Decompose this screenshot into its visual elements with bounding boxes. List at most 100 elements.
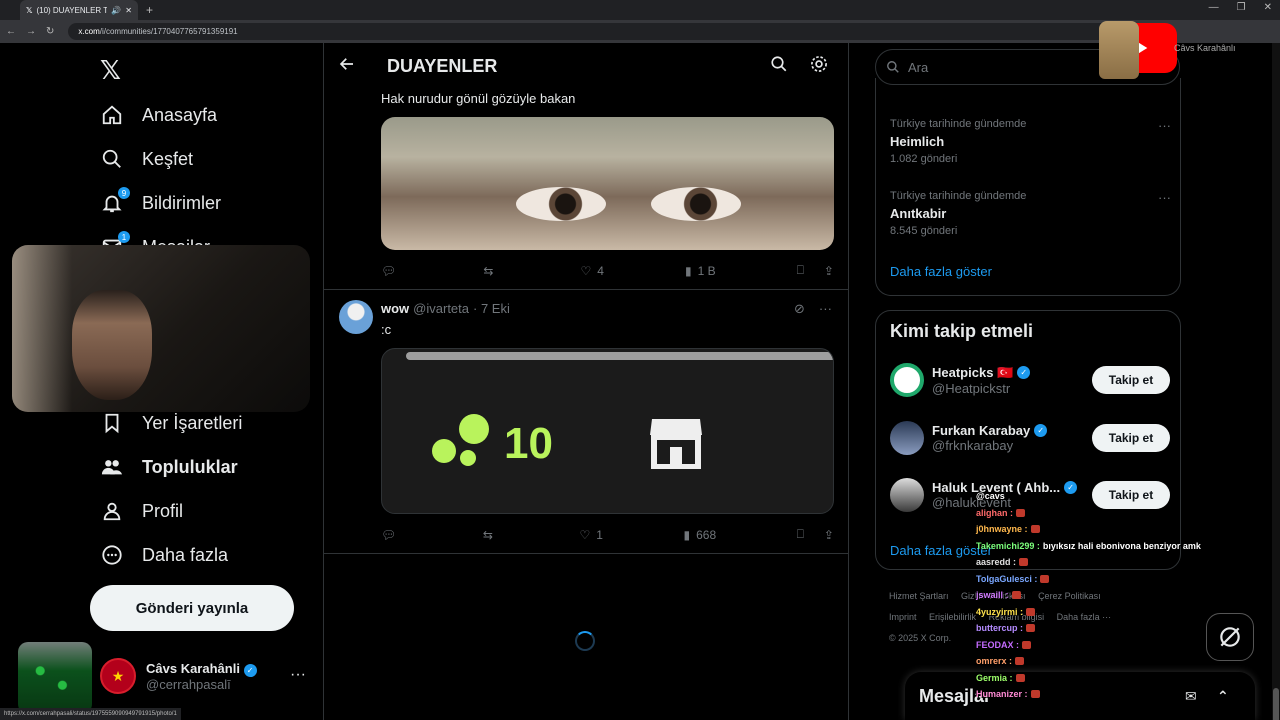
emote-icon [1011, 591, 1021, 600]
back-nav-icon[interactable]: ← [6, 26, 16, 37]
chat-message: jswaill : [976, 587, 1236, 604]
nav-bookmarks[interactable]: Yer İşaretleri [100, 411, 242, 435]
views-icon: ▮ [683, 527, 691, 542]
footer-link[interactable]: Imprint [889, 612, 917, 622]
bookmark-icon: ⎕ [796, 263, 804, 277]
footer-link[interactable]: Hizmet Şartları [889, 591, 949, 601]
avatar[interactable] [339, 300, 373, 334]
emote-icon [1026, 607, 1036, 616]
post-header-icons: ⊘ ··· [794, 301, 832, 317]
search-icon[interactable] [770, 55, 788, 78]
follow-button[interactable]: Takip et [1092, 366, 1170, 394]
nav-home[interactable]: Anasayfa [100, 103, 217, 127]
suggested-user[interactable]: Furkan Karabay ✓ @frknkarabay Takip et [890, 421, 1170, 455]
post-button[interactable]: Gönderi yayınla [90, 585, 294, 631]
loading-spinner [575, 631, 595, 651]
window-controls: — ❐ ✕ [1209, 2, 1272, 13]
trend-item[interactable]: Türkiye tarihinde gündemde Heimlich 1.08… [890, 118, 1026, 165]
stream-chat-overlay: @cavs alighan : j0hnwayne : Takemichi299 :b… [976, 488, 1236, 703]
gear-icon[interactable] [809, 54, 829, 79]
scrollbar-thumb[interactable] [1273, 688, 1279, 720]
search-icon [887, 61, 899, 73]
window-close-icon[interactable]: ✕ [1264, 2, 1272, 13]
tab-close-icon[interactable]: ✕ [125, 6, 132, 15]
webcam-light [12, 245, 72, 412]
emote-icon [1026, 624, 1035, 633]
footer-link[interactable]: Erişilebilirlik [929, 612, 976, 622]
author-handle[interactable]: @ivarteta [413, 301, 469, 316]
follow-button[interactable]: Takip et [1092, 424, 1170, 452]
trend-name: Anıtkabir [890, 206, 947, 221]
chat-message: buttercup : [976, 620, 1236, 637]
image-detail [516, 187, 606, 221]
post-date[interactable]: · 7 Eki [473, 301, 510, 316]
more-dots-icon[interactable]: ··· [1158, 190, 1171, 205]
chat-message: aasredd : [976, 554, 1236, 571]
reply-button[interactable]: 💬︎ [381, 527, 402, 542]
trend-item[interactable]: Türkiye tarihinde gündemde Anıtkabir 8.5… [890, 190, 1026, 237]
chat-username: alighan : [976, 507, 1014, 518]
copyright: © 2025 X Corp. [889, 633, 952, 643]
nav-more[interactable]: Daha fazla [100, 543, 228, 567]
user-name: Furkan Karabay ✓ [932, 423, 1084, 438]
chat-username: FEODAX : [976, 639, 1020, 650]
repost-button[interactable]: ⇆ [483, 263, 499, 278]
nav-explore[interactable]: Keşfet [100, 147, 193, 171]
x-logo-icon[interactable]: 𝕏 [100, 55, 121, 86]
browser-tab[interactable]: 𝕏 (10) DUAYENLER Topluluk / 🔊 ✕ [20, 0, 138, 20]
nav-communities[interactable]: Topluluklar [100, 455, 238, 479]
post-image[interactable]: 10 [381, 348, 834, 514]
speaker-icon[interactable]: 🔊 [111, 6, 121, 15]
more-dots-icon[interactable]: ··· [1158, 118, 1171, 133]
more-dots-icon[interactable]: ··· [819, 301, 832, 317]
post-actions: 💬︎ ⇆ ♡ 1 ▮ 668 ⎕ ⇪ [381, 527, 834, 542]
chat-username: Humanizer : [976, 689, 1028, 699]
media-count: 10 [504, 419, 553, 468]
show-more-link[interactable]: Daha fazla göster [890, 264, 992, 279]
messages-badge: 1 [118, 231, 130, 243]
home-icon [100, 103, 124, 127]
user-name-text: Heatpicks 🇹🇷 [932, 364, 1014, 380]
views-button[interactable]: ▮ 668 [683, 527, 716, 542]
author-name[interactable]: wow [381, 301, 409, 316]
post-image[interactable] [381, 117, 834, 250]
channel-watermark: Câvs Karahânlı [1174, 43, 1236, 53]
chat-username: Germia : [976, 672, 1013, 683]
grok-icon[interactable]: ⊘ [794, 301, 805, 317]
bookmark-button[interactable]: ⎕ ⇪ [797, 263, 834, 278]
reload-icon[interactable]: ↻ [46, 26, 54, 37]
account-switcher[interactable]: ★ Câvs Karahânli ✓ @cerrahpasalī ··· [100, 658, 306, 694]
minimize-icon[interactable]: — [1209, 2, 1219, 13]
share-icon[interactable]: ⇪ [824, 264, 834, 278]
bookmark-icon: ⎕ [796, 527, 804, 541]
view-count: 668 [696, 527, 717, 542]
new-tab-icon[interactable]: + [146, 3, 153, 17]
emote-icon [1015, 673, 1025, 682]
image-detail [651, 187, 741, 221]
account-name-text: Câvs Karahânli [146, 660, 240, 676]
nav-label: Profil [142, 500, 184, 521]
nav-notifications[interactable]: 9 Bildirimler [100, 187, 221, 215]
views-button[interactable]: ▮ 1 B [685, 263, 716, 278]
bookmark-button[interactable]: ⎕ ⇪ [797, 527, 834, 542]
like-button[interactable]: ♡ 1 [579, 527, 602, 542]
nav-profile[interactable]: Profil [100, 499, 183, 523]
share-icon[interactable]: ⇪ [824, 528, 834, 542]
more-dots-icon[interactable]: ··· [290, 666, 306, 684]
reply-button[interactable]: 💬︎ [381, 263, 402, 278]
back-arrow-icon[interactable] [338, 55, 356, 78]
candy-jar-overlay [18, 642, 92, 714]
verified-icon: ✓ [1017, 366, 1031, 379]
more-circle-icon [100, 543, 124, 567]
view-count: 1 B [697, 263, 716, 278]
page-scrollbar[interactable] [1272, 43, 1280, 720]
forward-nav-icon[interactable]: → [26, 26, 36, 37]
suggested-user[interactable]: Heatpicks 🇹🇷 ✓ @Heatpickstr Takip et [890, 363, 1170, 397]
address-bar[interactable]: x.com /i/communities/1770407765791359191 [68, 23, 1169, 40]
restore-icon[interactable]: ❐ [1237, 2, 1246, 13]
url-path: /i/communities/1770407765791359191 [99, 27, 238, 36]
like-button[interactable]: ♡ 4 [580, 263, 603, 278]
trend-context: Türkiye tarihinde gündemde [890, 190, 1027, 202]
verified-icon: ✓ [243, 663, 257, 677]
repost-button[interactable]: ⇆ [483, 527, 499, 542]
